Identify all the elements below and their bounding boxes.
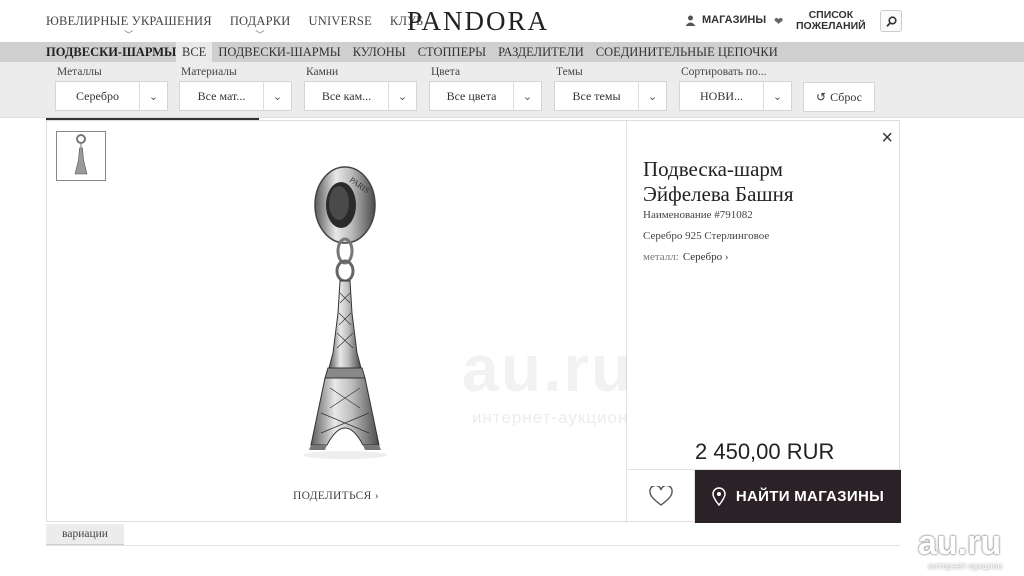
product-material: Серебро 925 Стерлинговое <box>643 230 770 242</box>
category-tabs: ВСЕ ПОДВЕСКИ-ШАРМЫ КУЛОНЫ СТОППЕРЫ РАЗДЕ… <box>176 42 784 62</box>
heart-outline-icon <box>648 486 673 506</box>
person-icon <box>685 15 696 26</box>
add-to-wishlist-button[interactable] <box>627 470 695 523</box>
filter-sort: Сортировать по... НОВИ... ⌄ <box>679 66 792 111</box>
product-thumbnail[interactable] <box>56 131 106 181</box>
charm-thumbnail-image <box>74 134 88 175</box>
variations-divider <box>46 545 900 546</box>
watermark-text: au.ru <box>462 331 634 405</box>
chevron-down-icon: ⌄ <box>513 82 541 110</box>
product-ref: Наименование #791082 <box>643 209 753 221</box>
brand-logo[interactable]: PANDORA <box>407 6 549 37</box>
chevron-down-icon: ⌄ <box>263 82 291 110</box>
wishlist-link[interactable]: СПИСОК ПОЖЕЛАНИЙ <box>796 10 866 32</box>
themes-select[interactable]: Все темы ⌄ <box>554 81 667 111</box>
chevron-right-icon: › <box>374 490 379 502</box>
product-details: × Подвеска-шарм Эйфелева Башня Наименова… <box>627 121 901 523</box>
product-metal: металл: Серебро › <box>643 251 729 263</box>
filter-bar: Металлы Серебро ⌄ Материалы Все мат... ⌄ К… <box>0 62 1024 118</box>
filter-materials: Материалы Все мат... ⌄ <box>179 66 292 111</box>
metal-link[interactable]: Серебро › <box>683 251 729 263</box>
reset-button[interactable]: ↺ Сброс <box>803 82 875 112</box>
filter-stones: Камни Все кам... ⌄ <box>304 66 417 111</box>
tab-charms[interactable]: ПОДВЕСКИ-ШАРМЫ <box>212 42 346 62</box>
tab-clips[interactable]: СТОППЕРЫ <box>412 42 492 62</box>
tab-all[interactable]: ВСЕ <box>176 42 213 62</box>
product-quickview: PARIS ПОДЕЛИТЬСЯ › × Подвеска-шарм Эйфел… <box>46 120 901 523</box>
product-image-area: PARIS ПОДЕЛИТЬСЯ › <box>47 121 626 523</box>
filter-metals: Металлы Серебро ⌄ <box>55 66 168 111</box>
chevron-down-icon: ⌄ <box>139 82 167 110</box>
refresh-icon: ↺ <box>816 89 827 104</box>
variations-tab[interactable]: вариации <box>46 524 124 546</box>
category-bar: ПОДВЕСКИ-ШАРМЫ ВСЕ ПОДВЕСКИ-ШАРМЫ КУЛОНЫ… <box>0 42 1024 62</box>
chevron-down-icon: ⌄ <box>388 82 416 110</box>
corner-watermark: au.ru <box>918 524 1002 562</box>
stores-link[interactable]: МАГАЗИНЫ <box>685 14 766 26</box>
share-link[interactable]: ПОДЕЛИТЬСЯ › <box>293 490 379 502</box>
stores-label: МАГАЗИНЫ <box>702 14 767 26</box>
chevron-down-icon: ﹀ <box>255 30 265 40</box>
main-menu: ЮВЕЛИРНЫЕ УКРАШЕНИЯ ﹀ ПОДАРКИ ﹀ UNIVERSE К… <box>46 14 424 40</box>
tab-spacers[interactable]: РАЗДЕЛИТЕЛИ <box>492 42 590 62</box>
colors-select[interactable]: Все цвета ⌄ <box>429 81 542 111</box>
tab-pendants[interactable]: КУЛОНЫ <box>347 42 412 62</box>
stones-select[interactable]: Все кам... ⌄ <box>304 81 417 111</box>
top-navigation: ЮВЕЛИРНЫЕ УКРАШЕНИЯ ﹀ ПОДАРКИ ﹀ UNIVERSE К… <box>0 0 1024 42</box>
chevron-down-icon: ⌄ <box>638 82 666 110</box>
watermark-subtext: интернет-аукцион <box>472 408 629 427</box>
sort-select[interactable]: НОВИ... ⌄ <box>679 81 792 111</box>
chevron-down-icon: ﹀ <box>124 30 134 40</box>
close-icon[interactable]: × <box>881 127 893 150</box>
product-title: Подвеска-шарм Эйфелева Башня <box>643 157 794 206</box>
filter-themes: Темы Все темы ⌄ <box>554 66 667 111</box>
eiffel-tower-charm-image: PARIS <box>303 166 387 459</box>
find-stores-button[interactable]: НАЙТИ МАГАЗИНЫ <box>695 470 901 523</box>
chevron-down-icon: ⌄ <box>763 82 791 110</box>
corner-watermark-subtext: интернет-аукцион <box>928 561 1003 571</box>
menu-universe[interactable]: UNIVERSE <box>309 14 372 29</box>
menu-gifts[interactable]: ПОДАРКИ ﹀ <box>230 14 291 40</box>
heart-icon[interactable]: ❤ <box>774 15 783 28</box>
category-title: ПОДВЕСКИ-ШАРМЫ <box>46 45 177 59</box>
location-pin-icon <box>712 487 726 506</box>
product-price: 2 450,00 RUR <box>695 439 835 464</box>
tab-safety-chains[interactable]: СОЕДИНИТЕЛЬНЫЕ ЦЕПОЧКИ <box>590 42 784 62</box>
metals-select[interactable]: Серебро ⌄ <box>55 81 168 111</box>
search-icon <box>885 15 897 27</box>
filter-colors: Цвета Все цвета ⌄ <box>429 66 542 111</box>
menu-jewelry[interactable]: ЮВЕЛИРНЫЕ УКРАШЕНИЯ ﹀ <box>46 14 212 40</box>
materials-select[interactable]: Все мат... ⌄ <box>179 81 292 111</box>
search-button[interactable] <box>880 10 902 32</box>
